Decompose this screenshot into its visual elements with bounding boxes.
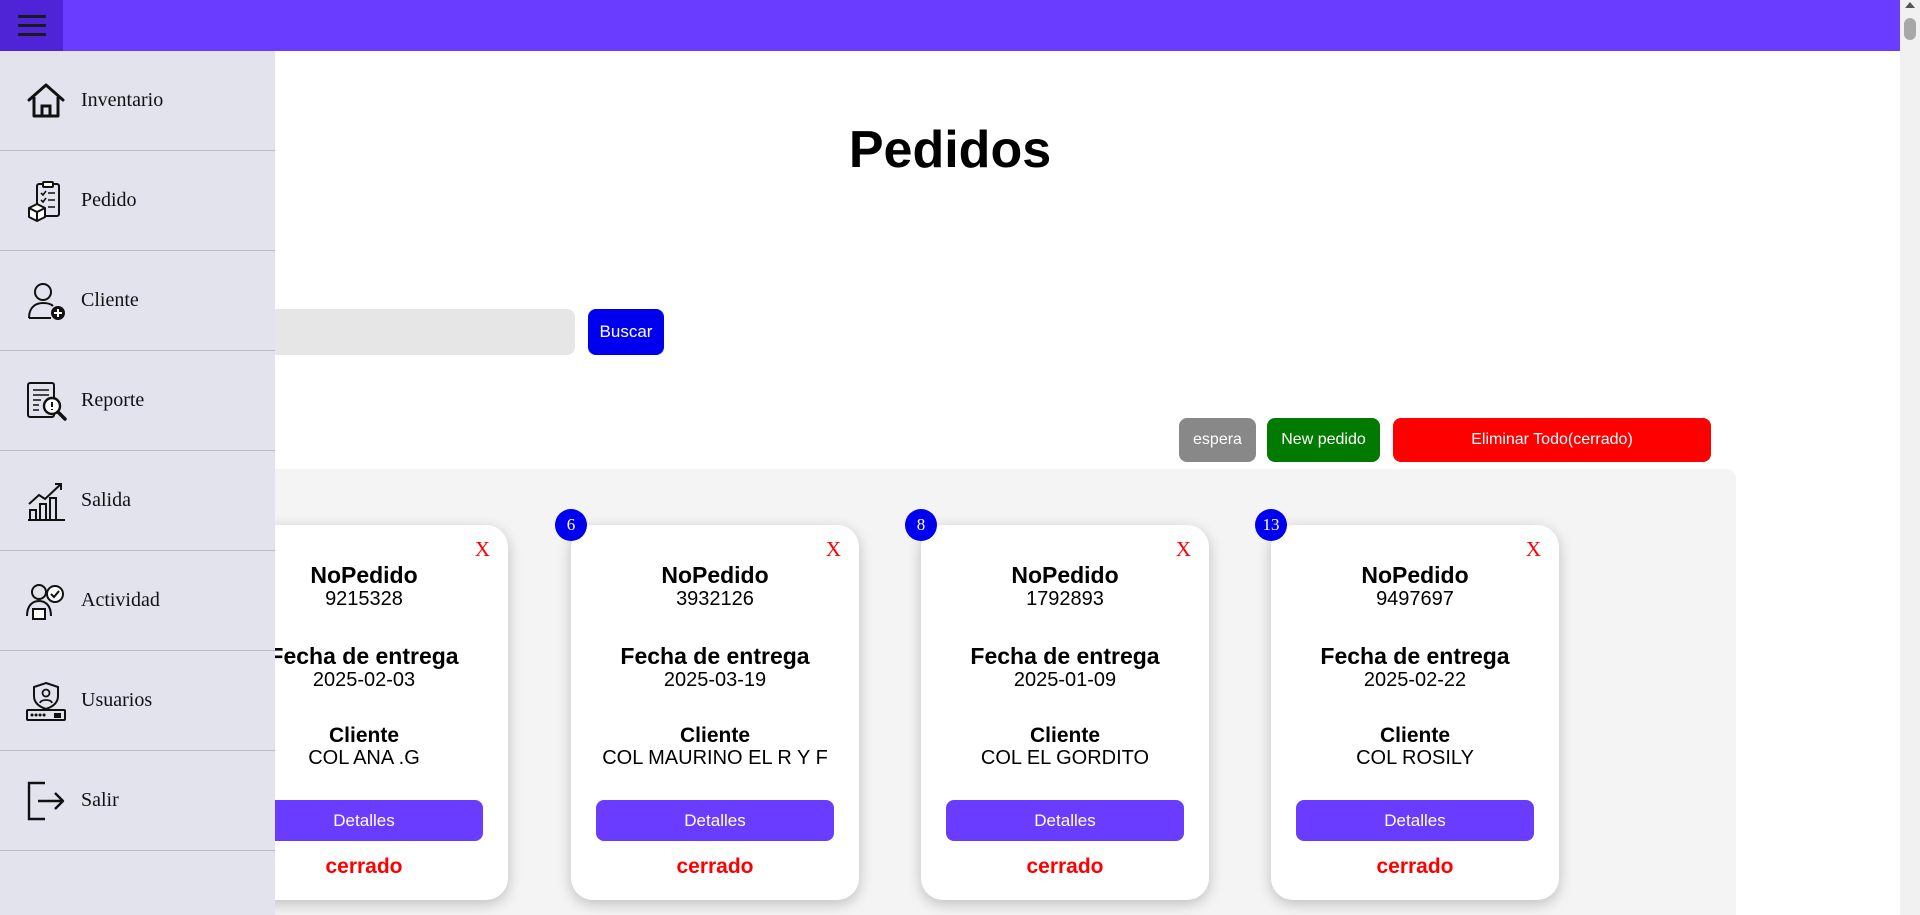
count-badge: 8 (905, 509, 937, 541)
report-search-icon (27, 381, 67, 421)
sidebar-item-label: Cliente (81, 289, 139, 311)
order-card: 8 X NoPedido 1792893 Fecha de entrega 20… (905, 509, 1209, 900)
new-order-button[interactable]: New pedido (1267, 418, 1380, 462)
sidebar-item-label: Salida (81, 489, 131, 511)
sidebar-item-salida[interactable]: Salida (0, 451, 275, 551)
sidebar-item-salir[interactable]: Salir (0, 751, 275, 851)
order-number-value: 9497697 (1376, 588, 1454, 610)
search-button[interactable]: Buscar (588, 309, 664, 355)
details-button[interactable]: Detalles (596, 800, 834, 841)
sidebar-item-label: Actividad (81, 589, 160, 611)
sidebar-item-label: Usuarios (81, 689, 153, 711)
close-icon[interactable]: X (826, 537, 841, 562)
sidebar-item-usuarios[interactable]: Usuarios (0, 651, 275, 751)
details-button[interactable]: Detalles (1296, 800, 1534, 841)
user-password-icon (26, 681, 66, 721)
order-clipboard-icon (28, 180, 60, 222)
status-label: cerrado (1376, 855, 1454, 878)
top-bar (0, 0, 1900, 51)
details-button[interactable]: Detalles (946, 800, 1184, 841)
count-badge: 6 (555, 509, 587, 541)
logout-icon (27, 781, 65, 820)
sidebar-item-actividad[interactable]: Actividad (0, 551, 275, 651)
close-icon[interactable]: X (475, 537, 490, 562)
growth-chart-icon (28, 482, 65, 521)
order-number-value: 3932126 (676, 588, 754, 610)
close-icon[interactable]: X (1526, 537, 1541, 562)
client-value: COL ROSILY (1356, 747, 1474, 769)
sidebar-item-label: Inventario (81, 89, 164, 111)
delete-all-closed-button[interactable]: Eliminar Todo(cerrado) (1393, 418, 1711, 462)
sidebar-item-label: Salir (81, 789, 119, 811)
order-number-value: 1792893 (1026, 588, 1104, 610)
order-number-label: NoPedido (1011, 562, 1119, 588)
sidebar-item-label: Pedido (81, 189, 137, 211)
home-icon (27, 83, 65, 117)
order-card: 13 X NoPedido 9497697 Fecha de entrega 2… (1255, 509, 1559, 900)
client-value: COL MAURINO EL R Y F (602, 747, 828, 769)
delivery-date-value: 2025-01-09 (1013, 669, 1117, 691)
page-scrollbar[interactable] (1900, 0, 1920, 915)
count-badge: 13 (1255, 509, 1287, 541)
order-card: 6 X NoPedido 3932126 Fecha de entrega 20… (555, 509, 859, 900)
page-title: Pedidos (848, 121, 1052, 179)
sidebar-item-label: Reporte (81, 389, 145, 411)
hamburger-menu-button[interactable] (0, 0, 63, 51)
hamburger-icon (17, 15, 46, 18)
delivery-date-label: Fecha de entrega (1320, 643, 1510, 669)
activity-users-icon (26, 583, 64, 620)
add-user-icon (28, 282, 65, 320)
delivery-date-label: Fecha de entrega (970, 643, 1160, 669)
details-button[interactable]: Detalles (245, 800, 483, 841)
sidebar-item-reporte[interactable]: Reporte (0, 351, 275, 451)
espera-button[interactable]: espera (1179, 418, 1256, 462)
scroll-up-arrow-icon[interactable] (1905, 2, 1915, 8)
client-value: COL EL GORDITO (980, 747, 1150, 769)
delivery-date-label: Fecha de entrega (620, 643, 810, 669)
delivery-date-value: 2025-03-19 (663, 669, 767, 691)
order-number-label: NoPedido (661, 562, 769, 588)
sidebar: Inventario Pedido Cliente Reporte Salida… (0, 51, 275, 915)
sidebar-item-cliente[interactable]: Cliente (0, 251, 275, 351)
close-icon[interactable]: X (1176, 537, 1191, 562)
status-label: cerrado (676, 855, 754, 878)
sidebar-item-inventario[interactable]: Inventario (0, 51, 275, 151)
delivery-date-value: 2025-02-22 (1363, 669, 1467, 691)
status-label: cerrado (1026, 855, 1104, 878)
order-number-label: NoPedido (1361, 562, 1469, 588)
sidebar-item-pedido[interactable]: Pedido (0, 151, 275, 251)
scroll-thumb[interactable] (1904, 18, 1916, 40)
